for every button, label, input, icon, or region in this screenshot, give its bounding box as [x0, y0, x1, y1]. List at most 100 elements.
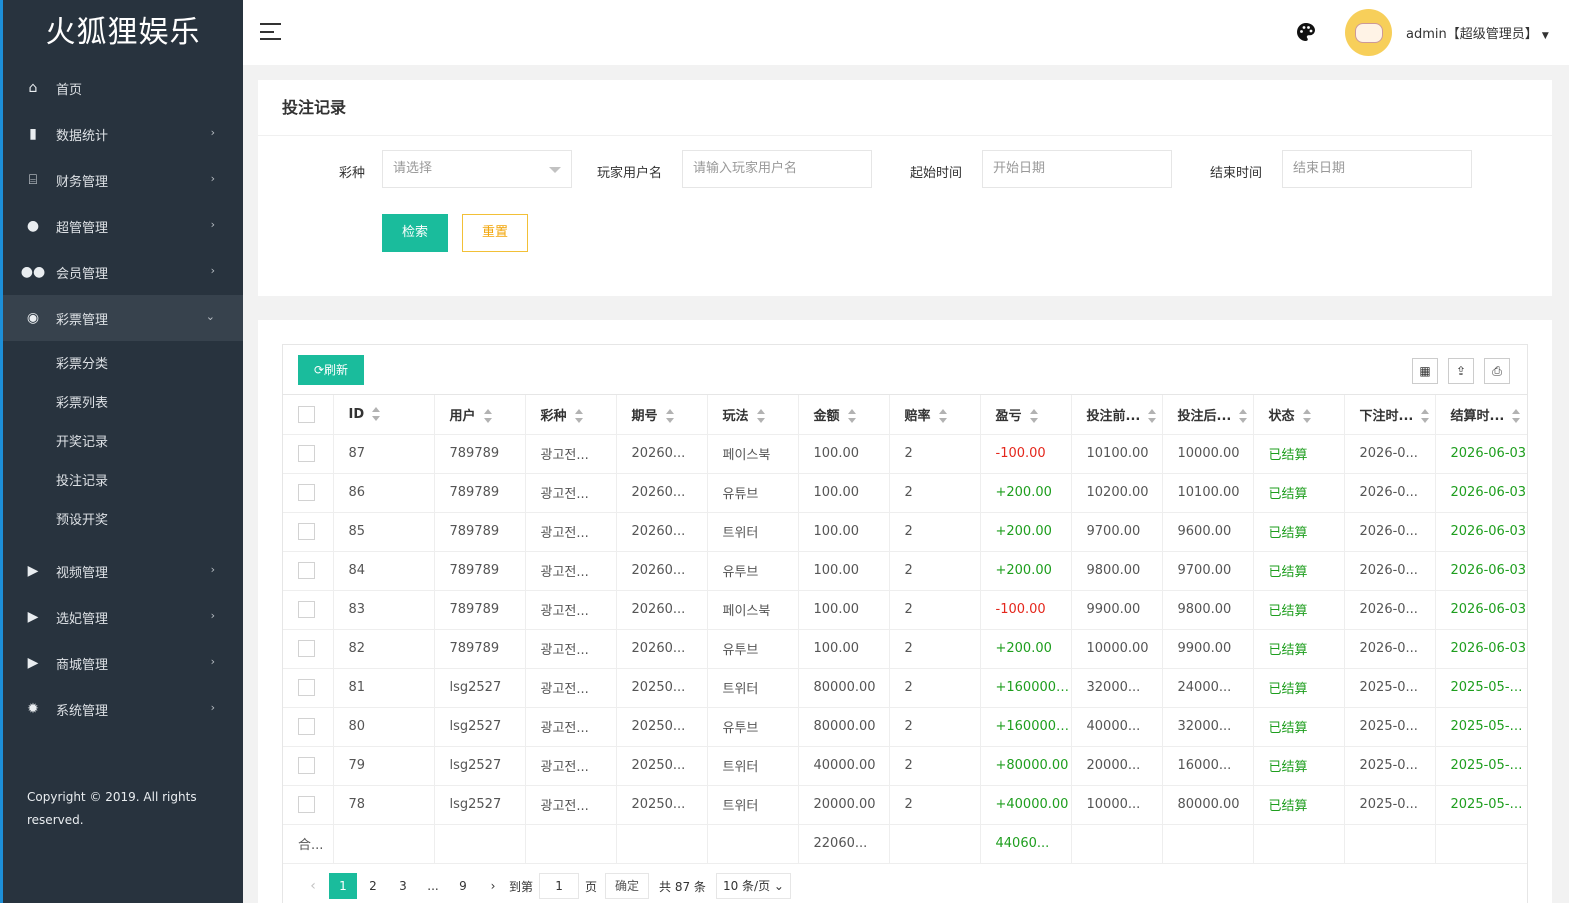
sort-icon[interactable] — [1512, 409, 1521, 424]
sidebar-item-3[interactable]: ● 超管管理 › — [3, 203, 243, 249]
column-header[interactable]: 赔率 — [889, 395, 981, 435]
cell-lottery: 광고전... — [525, 551, 617, 591]
column-header[interactable]: 彩种 — [525, 395, 617, 435]
column-header[interactable]: 盈亏 — [980, 395, 1072, 435]
cell-id: 82 — [333, 629, 435, 669]
page-number[interactable]: 2 — [359, 873, 387, 899]
reset-button[interactable]: 重置 — [462, 214, 528, 252]
sort-icon[interactable] — [1302, 409, 1311, 424]
cell-settle-time: 2026-06-03 — [1435, 551, 1527, 591]
column-header[interactable]: 期号 — [616, 395, 708, 435]
sidebar-item-label: 彩票管理 — [56, 312, 109, 328]
page-number[interactable]: 3 — [389, 873, 417, 899]
row-checkbox[interactable] — [298, 796, 315, 813]
row-checkbox[interactable] — [298, 562, 315, 579]
column-header[interactable]: 结算时... — [1435, 395, 1527, 435]
sidebar-item-6[interactable]: ▶ 视频管理 › — [3, 548, 243, 594]
total-empty-cell — [1071, 824, 1163, 864]
menu-toggle-icon[interactable] — [260, 23, 281, 40]
column-header[interactable]: 投注后... — [1162, 395, 1254, 435]
palette-icon[interactable] — [1296, 22, 1316, 42]
submenu-item[interactable]: 彩票列表 — [3, 384, 243, 423]
submenu-item[interactable]: 彩票分类 — [3, 345, 243, 384]
sidebar-item-4[interactable]: ●● 会员管理 › — [3, 249, 243, 295]
row-checkbox[interactable] — [298, 601, 315, 618]
submenu-item[interactable]: 投注记录 — [3, 462, 243, 501]
cell-amount: 80000.00 — [798, 668, 890, 708]
table-toolbar: ⟳刷新 ▦ ⇪ ⎙ — [283, 345, 1527, 395]
sort-icon[interactable] — [574, 409, 583, 424]
next-page-icon[interactable]: › — [479, 873, 507, 899]
page-size-select[interactable]: 10 条/页 ⌄ — [715, 873, 791, 899]
refresh-icon: ⟳ — [313, 363, 325, 377]
sidebar-item-8[interactable]: ▶ 商城管理 › — [3, 640, 243, 686]
avatar[interactable] — [1345, 9, 1392, 56]
sort-icon[interactable] — [847, 409, 856, 424]
row-checkbox[interactable] — [298, 445, 315, 462]
column-header[interactable]: 状态 — [1253, 395, 1345, 435]
sort-icon[interactable] — [1148, 409, 1157, 424]
refresh-button[interactable]: ⟳刷新 — [298, 355, 364, 385]
sidebar-item-2[interactable]: ⌸ 财务管理 › — [3, 157, 243, 203]
column-header[interactable]: 投注前... — [1071, 395, 1163, 435]
sidebar-item-1[interactable]: ▮ 数据统计 › — [3, 111, 243, 157]
chevron-right-icon: › — [210, 609, 215, 622]
pagination: ‹ 1 2 3... 9 › 到第 1 页确定共 87 条 10 条/页 ⌄ — [299, 872, 791, 900]
sort-icon[interactable] — [665, 409, 674, 424]
lottery-label: 彩种 — [339, 166, 366, 181]
select-all-checkbox[interactable] — [298, 405, 315, 423]
page-number[interactable]: 1 — [329, 873, 357, 899]
submenu-item[interactable]: 预设开奖 — [3, 501, 243, 540]
prev-page-icon[interactable]: ‹ — [299, 873, 327, 899]
column-header[interactable]: ID — [333, 395, 435, 435]
columns-filter-icon[interactable]: ▦ — [1412, 358, 1438, 384]
sort-icon[interactable] — [1421, 409, 1430, 424]
sort-icon[interactable] — [1239, 409, 1248, 424]
cell-user: 789789 — [434, 590, 526, 630]
end-date-input[interactable]: 结束日期 — [1282, 150, 1472, 188]
lottery-select[interactable]: 请选择 — [382, 150, 572, 188]
cell-bet-time: 2025-0... — [1344, 707, 1436, 747]
column-header[interactable]: 用户 — [434, 395, 526, 435]
goto-confirm-button[interactable]: 确定 — [605, 873, 650, 899]
search-button[interactable]: 检索 — [382, 214, 448, 252]
cell-after: 24000... — [1162, 668, 1254, 708]
row-checkbox[interactable] — [298, 523, 315, 540]
print-icon[interactable]: ⎙ — [1484, 358, 1510, 384]
column-header[interactable]: 下注时... — [1344, 395, 1436, 435]
cell-user: 789789 — [434, 629, 526, 669]
column-header-label: 彩种 — [540, 408, 567, 424]
sidebar-item-7[interactable]: ▶ 选妃管理 › — [3, 594, 243, 640]
column-header[interactable]: 金额 — [798, 395, 890, 435]
sidebar-item-0[interactable]: ⌂ 首页 — [3, 65, 243, 111]
column-header[interactable]: 玩法 — [707, 395, 799, 435]
cell-status: 已结算 — [1253, 785, 1345, 825]
chevron-right-icon: › — [210, 264, 215, 277]
cell-amount: 100.00 — [798, 434, 890, 474]
sidebar-item-5[interactable]: ◉ 彩票管理 ⌄ — [3, 295, 243, 341]
submenu-item[interactable]: 开奖记录 — [3, 423, 243, 462]
cell-after: 16000... — [1162, 746, 1254, 786]
row-checkbox[interactable] — [298, 757, 315, 774]
sort-icon[interactable] — [483, 409, 492, 424]
row-checkbox[interactable] — [298, 484, 315, 501]
row-checkbox[interactable] — [298, 679, 315, 696]
sort-icon[interactable] — [756, 409, 765, 424]
export-icon[interactable]: ⇪ — [1448, 358, 1474, 384]
start-date-input[interactable]: 开始日期 — [982, 150, 1172, 188]
cell-profit: +200.00 — [980, 629, 1072, 669]
total-row: 合... 22060... 44060... — [283, 824, 1527, 864]
page-number[interactable]: 9 — [449, 873, 477, 899]
sort-icon[interactable] — [938, 409, 947, 424]
goto-page-input[interactable]: 1 — [539, 873, 580, 899]
row-checkbox[interactable] — [298, 718, 315, 735]
cell-bet-time: 2026-0... — [1344, 590, 1436, 630]
cell-user: lsg2527 — [434, 668, 526, 708]
sidebar-item-9[interactable]: ✹ 系统管理 › — [3, 686, 243, 732]
sort-icon[interactable] — [372, 407, 381, 422]
user-menu[interactable]: admin【超级管理员】 ▼ — [1406, 23, 1549, 42]
sort-icon[interactable] — [1029, 409, 1038, 424]
cell-profit: -100.00 — [980, 590, 1072, 630]
row-checkbox[interactable] — [298, 640, 315, 657]
username-input[interactable]: 请输入玩家用户名 — [682, 150, 872, 188]
